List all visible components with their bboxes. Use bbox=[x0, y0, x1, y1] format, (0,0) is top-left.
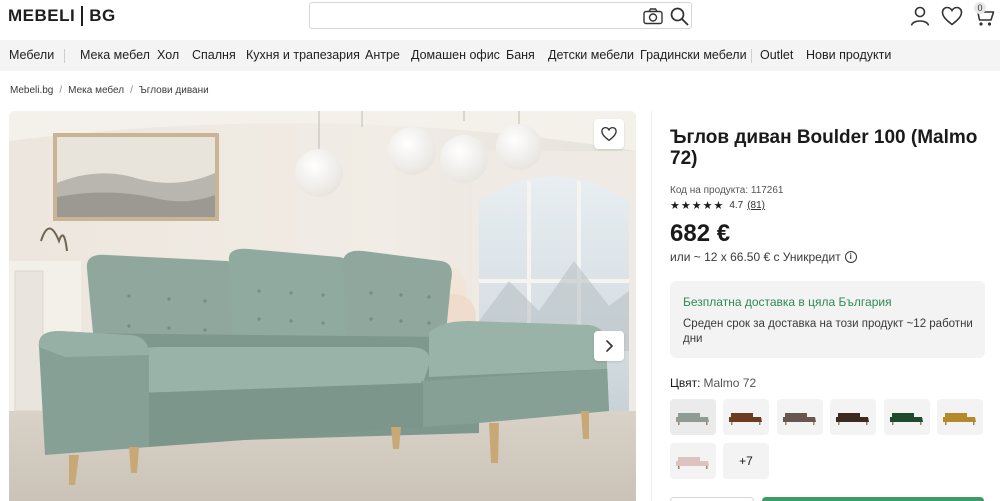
delivery-time-text: Среден срок за доставка на този продукт … bbox=[683, 318, 973, 345]
column-divider bbox=[651, 111, 652, 501]
site-logo[interactable]: MEBELI BG bbox=[8, 6, 116, 26]
color-swatch[interactable] bbox=[670, 443, 716, 479]
breadcrumb-category[interactable]: Мека мебел bbox=[68, 85, 124, 96]
nav-item-hallway[interactable]: Антре bbox=[365, 48, 400, 62]
sofa-swatch-icon bbox=[783, 413, 816, 425]
color-swatch[interactable] bbox=[884, 399, 930, 435]
sofa-swatch-icon bbox=[890, 413, 923, 425]
nav-item-bedroom[interactable]: Спалня bbox=[192, 48, 236, 62]
info-icon[interactable]: i bbox=[844, 251, 857, 263]
review-count-link[interactable]: (81) bbox=[747, 200, 765, 211]
rating-stars-icon: ★★★★★ bbox=[670, 200, 725, 212]
color-label-text: Цвят: bbox=[670, 376, 701, 390]
sofa-swatch-icon bbox=[836, 413, 869, 425]
add-to-cart-button[interactable] bbox=[762, 497, 984, 501]
product-rating: ★★★★★ 4.7 (81) bbox=[670, 199, 765, 212]
next-image-button[interactable] bbox=[594, 331, 624, 361]
more-colors-button[interactable]: +7 bbox=[723, 443, 769, 479]
product-code: Код на продукта: 117261 bbox=[670, 185, 784, 196]
breadcrumb-current[interactable]: Ъглови дивани bbox=[139, 85, 209, 96]
wishlist-heart-icon[interactable] bbox=[940, 4, 964, 28]
logo-divider bbox=[81, 6, 84, 26]
nav-item-living-room[interactable]: Хол bbox=[157, 48, 179, 62]
nav-item-kids[interactable]: Детски мебели bbox=[548, 48, 634, 62]
camera-search-icon[interactable] bbox=[643, 8, 663, 25]
color-label: Цвят: Malmo 72 bbox=[670, 376, 756, 390]
nav-divider bbox=[64, 49, 65, 63]
user-account-icon[interactable] bbox=[908, 4, 932, 28]
product-price: 682 € bbox=[670, 220, 731, 247]
nav-item-outlet[interactable]: Outlet bbox=[760, 48, 793, 62]
sofa-photo bbox=[9, 111, 636, 501]
add-to-wishlist-button[interactable] bbox=[594, 119, 624, 149]
selected-color-name: Malmo 72 bbox=[703, 376, 757, 390]
nav-item-new-products[interactable]: Нови продукти bbox=[806, 48, 891, 62]
sofa-swatch-icon bbox=[729, 413, 762, 425]
rating-value: 4.7 bbox=[729, 200, 744, 211]
more-colors-label: +7 bbox=[739, 454, 753, 468]
color-swatch[interactable] bbox=[723, 399, 769, 435]
color-swatch[interactable] bbox=[937, 399, 983, 435]
nav-item-kitchen-dining[interactable]: Кухня и трапезария bbox=[246, 48, 360, 62]
sofa-swatch-icon bbox=[676, 457, 709, 469]
sofa-swatch-icon bbox=[943, 413, 976, 425]
breadcrumb: Mebeli.bg / Мека мебел / Ъглови дивани bbox=[10, 85, 209, 96]
logo-text-left: MEBELI bbox=[8, 6, 76, 25]
color-swatch[interactable] bbox=[777, 399, 823, 435]
color-swatch[interactable] bbox=[830, 399, 876, 435]
header: MEBELI BG 0 bbox=[0, 0, 1000, 34]
quantity-selector[interactable] bbox=[670, 497, 754, 501]
heart-icon bbox=[601, 126, 617, 142]
delivery-info-box: Безплатна доставка в цяла България Среде… bbox=[670, 281, 985, 358]
search-icon[interactable] bbox=[669, 6, 689, 26]
breadcrumb-home[interactable]: Mebeli.bg bbox=[10, 85, 53, 96]
product-title: Ъглов диван Boulder 100 (Malmo 72) bbox=[670, 127, 978, 169]
logo-text-right: BG bbox=[89, 6, 116, 25]
product-image[interactable] bbox=[9, 111, 636, 501]
nav-item-home-office[interactable]: Домашен офис bbox=[411, 48, 500, 62]
installment-text: или ~ 12 x 66.50 € с Уникредит bbox=[670, 250, 841, 264]
chevron-right-icon bbox=[606, 340, 613, 352]
search-bar bbox=[309, 2, 692, 29]
nav-divider bbox=[751, 49, 752, 63]
nav-item-bathroom[interactable]: Баня bbox=[506, 48, 535, 62]
cart-count-badge: 0 bbox=[974, 2, 986, 14]
color-swatch[interactable] bbox=[670, 399, 716, 435]
nav-item-upholstered[interactable]: Мека мебел bbox=[80, 48, 150, 62]
nav-item-garden[interactable]: Градински мебели bbox=[640, 48, 747, 62]
search-input[interactable] bbox=[318, 7, 638, 25]
free-delivery-title: Безплатна доставка в цяла България bbox=[683, 295, 892, 309]
sofa-swatch-icon bbox=[676, 413, 709, 425]
main-navigation: Мебели Мека мебел Хол Спалня Кухня и тра… bbox=[0, 40, 1000, 71]
nav-item-furniture[interactable]: Мебели bbox=[9, 48, 54, 62]
installment-info: или ~ 12 x 66.50 € с Уникредит i bbox=[670, 250, 857, 264]
